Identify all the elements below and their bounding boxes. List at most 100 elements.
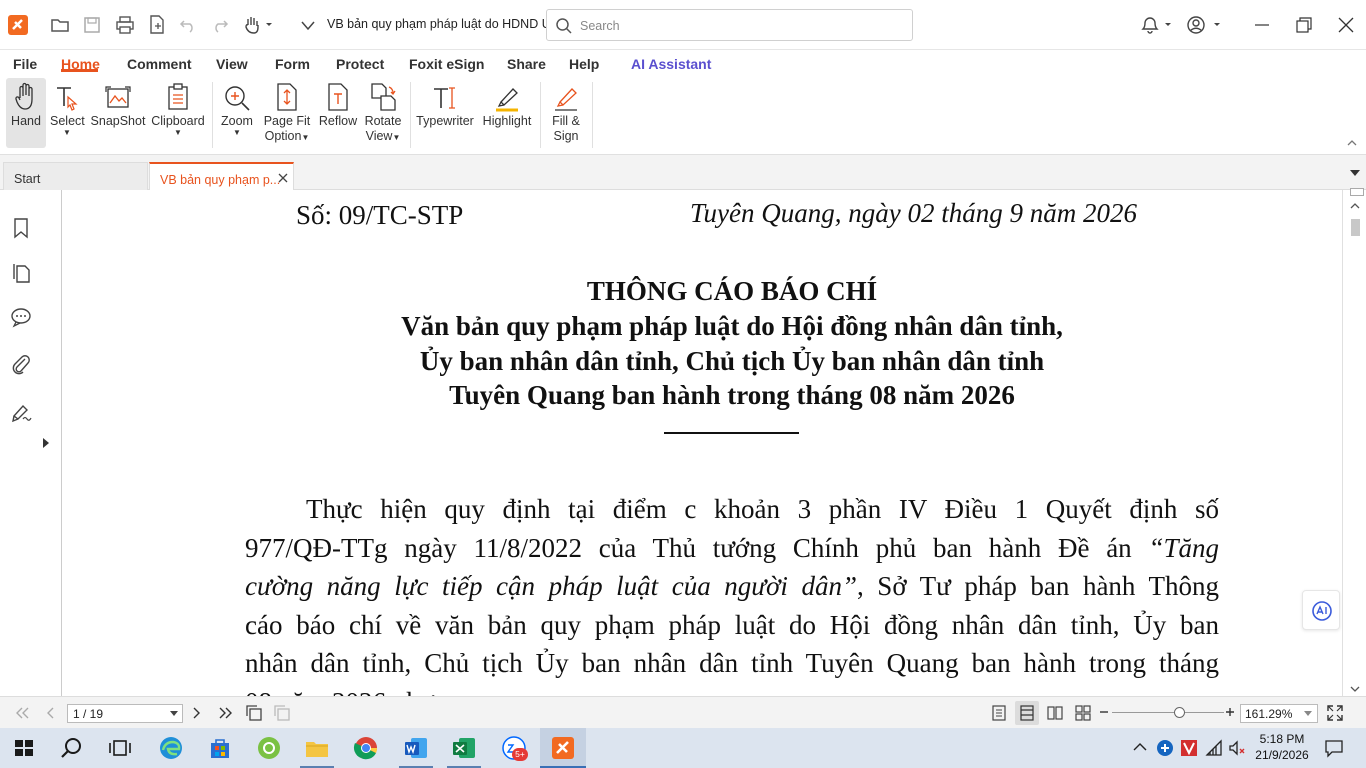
menu-foxit-esign[interactable]: Foxit eSign — [409, 56, 484, 72]
fill-and-sign-button[interactable]: Fill & Sign — [546, 78, 586, 148]
page-thumbnails-icon[interactable] — [10, 262, 32, 284]
menu-view[interactable]: View — [216, 56, 248, 72]
open-folder-icon[interactable] — [48, 13, 72, 37]
vietkey-icon[interactable] — [1180, 739, 1198, 757]
next-view-icon[interactable] — [273, 704, 291, 722]
close-tab-icon[interactable] — [278, 173, 288, 183]
close-icon[interactable] — [1334, 13, 1358, 37]
zoom-out-icon[interactable] — [1099, 707, 1109, 717]
redo-icon[interactable] — [208, 13, 232, 37]
page-dropdown-icon[interactable] — [170, 711, 178, 717]
hand-button[interactable]: Hand — [6, 78, 46, 148]
tab-document[interactable]: VB bản quy phạm p... — [149, 162, 294, 190]
pages-icon[interactable] — [145, 13, 169, 37]
customize-quick-access-icon[interactable] — [296, 13, 320, 37]
search-input[interactable] — [580, 16, 900, 36]
next-page-icon[interactable] — [191, 706, 203, 720]
zoom-dropdown-icon[interactable]: ▼ — [220, 129, 254, 137]
zalo-app-button[interactable]: 5+ — [500, 734, 528, 762]
network-icon[interactable] — [1205, 739, 1223, 757]
foxit-logo-icon[interactable] — [6, 13, 30, 37]
continuous-view-button[interactable] — [1015, 701, 1039, 725]
highlight-icon — [496, 88, 518, 112]
rotate-view-button[interactable]: Rotate View▼ — [362, 78, 404, 148]
file-explorer-icon[interactable] — [303, 734, 331, 762]
highlight-button[interactable]: Highlight — [480, 78, 534, 148]
task-view-icon[interactable] — [106, 734, 134, 762]
search-box[interactable] — [546, 9, 913, 41]
signatures-icon[interactable] — [10, 402, 32, 424]
zoom-level-input[interactable]: 161.29% — [1240, 704, 1318, 723]
zoom-slider[interactable] — [1112, 707, 1224, 718]
clipboard-button[interactable]: Clipboard ▼ — [150, 78, 206, 148]
microsoft-store-icon[interactable] — [206, 734, 234, 762]
print-icon[interactable] — [113, 13, 137, 37]
zoom-dropdown-icon[interactable] — [1304, 711, 1312, 717]
zoom-in-icon[interactable] — [1225, 707, 1235, 717]
clipboard-dropdown-icon[interactable]: ▼ — [150, 129, 206, 137]
ai-assistant-floating-button[interactable] — [1302, 590, 1340, 630]
full-screen-icon[interactable] — [1326, 704, 1344, 722]
scrollbar-thumb[interactable] — [1351, 219, 1360, 236]
continuous-facing-view-icon[interactable] — [1075, 705, 1091, 721]
previous-page-icon[interactable] — [44, 706, 56, 720]
menu-share[interactable]: Share — [507, 56, 546, 72]
windows-start-icon[interactable] — [10, 734, 38, 762]
menu-ai-assistant[interactable]: AI Assistant — [631, 56, 711, 72]
volume-icon[interactable] — [1228, 739, 1248, 757]
save-icon[interactable] — [80, 13, 104, 37]
last-page-icon[interactable] — [218, 706, 234, 720]
snapshot-button[interactable]: SnapShot — [90, 78, 146, 148]
tray-app-icon[interactable] — [1156, 739, 1174, 757]
menu-comment[interactable]: Comment — [127, 56, 192, 72]
bell-icon[interactable] — [1138, 13, 1174, 37]
previous-view-icon[interactable] — [245, 704, 263, 722]
vertical-scrollbar[interactable] — [1342, 188, 1366, 696]
show-hidden-icons-icon[interactable] — [1133, 741, 1147, 753]
attachments-icon[interactable] — [10, 353, 32, 375]
minimize-icon[interactable] — [1250, 13, 1274, 37]
continuous-view-icon — [1020, 705, 1034, 721]
document-tab-bar: Start VB bản quy phạm p... — [0, 155, 1366, 190]
zoom-button[interactable]: Zoom ▼ — [220, 78, 254, 148]
comments-icon[interactable] — [10, 306, 32, 328]
menu-file[interactable]: File — [13, 56, 37, 72]
menu-form[interactable]: Form — [275, 56, 310, 72]
tab-list-dropdown-icon[interactable] — [1350, 169, 1360, 177]
scroll-down-icon[interactable] — [1350, 685, 1360, 693]
word-icon[interactable] — [402, 734, 430, 762]
facing-view-icon[interactable] — [1047, 705, 1063, 721]
hand-tool-icon[interactable] — [242, 13, 276, 37]
menu-protect[interactable]: Protect — [336, 56, 384, 72]
zoom-slider-thumb[interactable] — [1174, 707, 1186, 718]
select-dropdown-icon[interactable]: ▼ — [50, 129, 84, 137]
edge-browser-icon[interactable] — [157, 734, 185, 762]
page-number-input[interactable]: 1 / 19 — [67, 704, 183, 723]
restore-icon[interactable] — [1292, 13, 1316, 37]
reflow-button[interactable]: Reflow — [318, 78, 358, 148]
scroll-up-icon[interactable] — [1350, 202, 1360, 210]
system-clock[interactable]: 5:18 PM 21/9/2026 — [1252, 731, 1312, 763]
taskbar-search-icon[interactable] — [58, 734, 86, 762]
paragraph-line: 977/QĐ-TTg ngày 11/8/2022 của Thủ tướng … — [245, 533, 1219, 563]
page-fit-option-button[interactable]: Page Fit Option▼ — [262, 78, 312, 148]
menu-help[interactable]: Help — [569, 56, 599, 72]
account-icon[interactable] — [1186, 13, 1224, 37]
single-page-view-icon[interactable] — [991, 705, 1007, 721]
action-center-icon[interactable] — [1324, 738, 1344, 758]
bookmark-icon[interactable] — [10, 217, 32, 239]
chrome-icon[interactable] — [352, 734, 380, 762]
split-view-handle[interactable] — [1350, 188, 1364, 196]
tab-start[interactable]: Start — [3, 162, 148, 190]
settings-app-icon[interactable] — [255, 734, 283, 762]
first-page-icon[interactable] — [14, 706, 30, 720]
undo-icon[interactable] — [176, 13, 200, 37]
status-bar: 1 / 19 161.29% — [0, 696, 1366, 728]
snapshot-icon — [105, 86, 131, 108]
foxit-taskbar-button[interactable] — [540, 728, 586, 768]
select-button[interactable]: Select ▼ — [50, 78, 85, 148]
excel-icon[interactable] — [450, 734, 478, 762]
typewriter-button[interactable]: Typewriter — [416, 78, 474, 148]
collapse-ribbon-icon[interactable] — [1346, 138, 1358, 148]
expand-panel-icon[interactable] — [42, 437, 50, 449]
